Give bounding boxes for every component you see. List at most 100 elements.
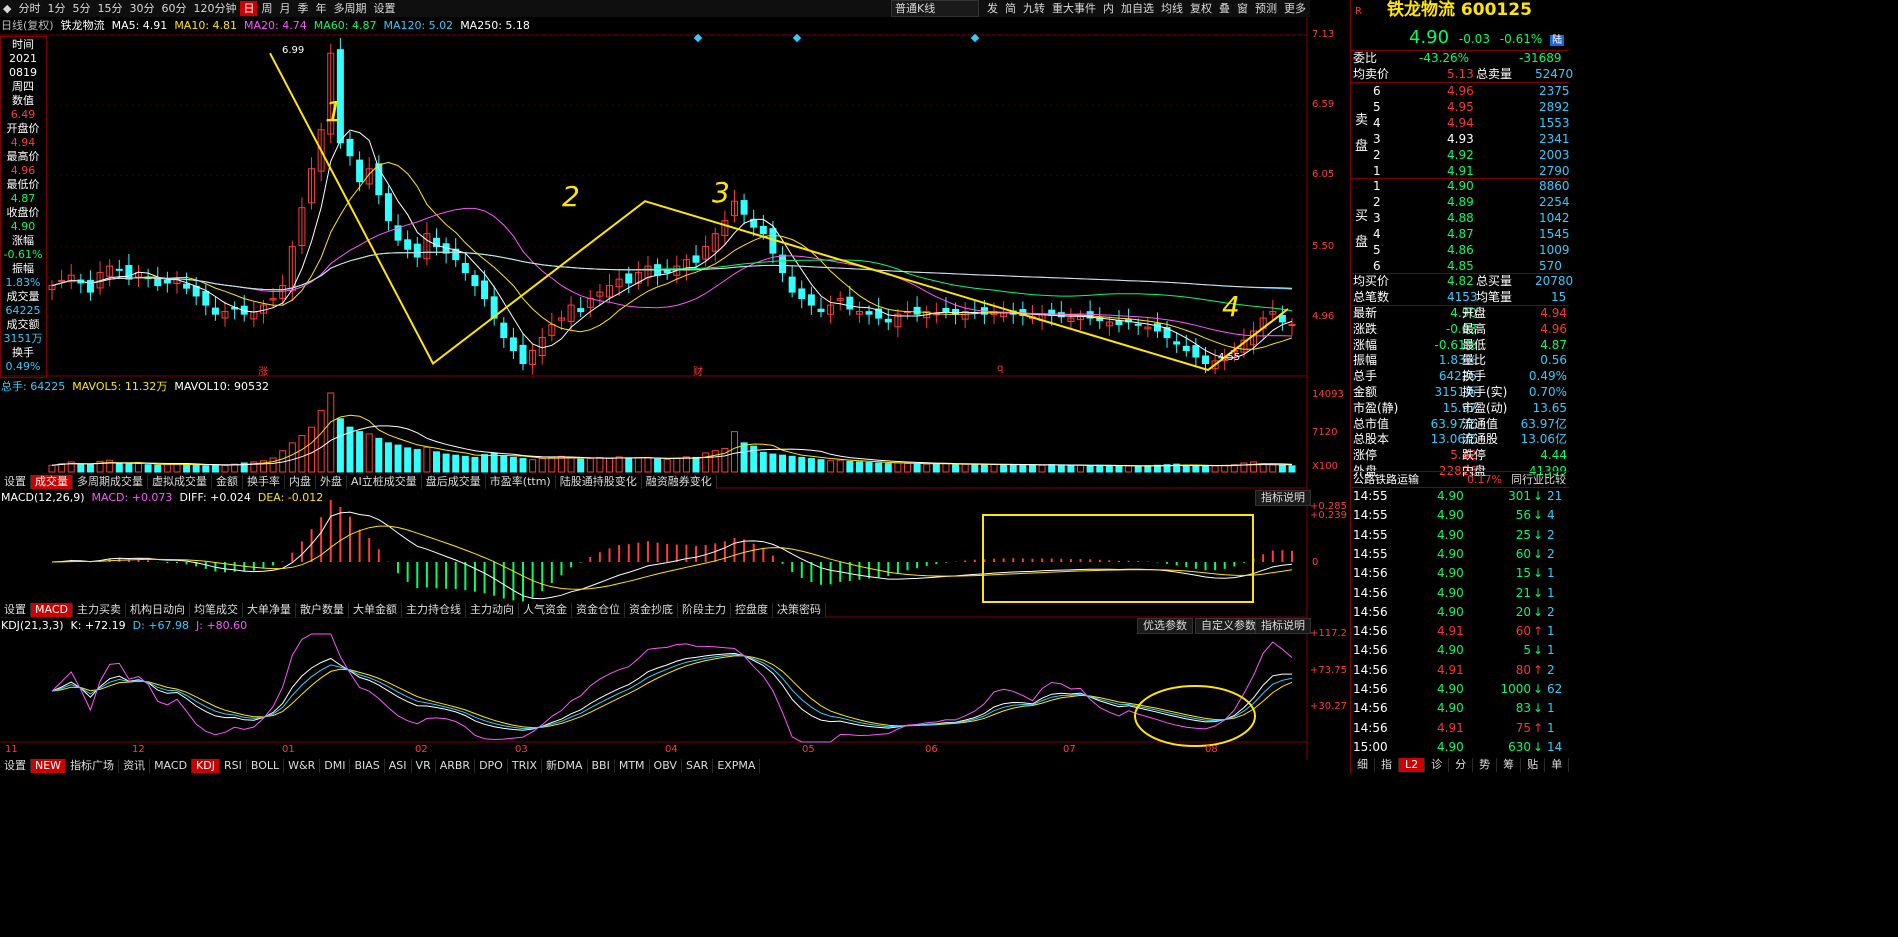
indicator-tab-15[interactable]: TRIX — [508, 758, 542, 773]
macd-tab-13[interactable]: 阶段主力 — [678, 602, 731, 617]
quote-tab-0[interactable]: 细 — [1351, 758, 1375, 772]
kdj-help-button[interactable]: 指标说明 — [1255, 618, 1311, 634]
tick-count-2: 2 — [1547, 527, 1555, 542]
stat-label1-0: 最新 — [1353, 306, 1378, 320]
tick-vol-10: 1000 — [1500, 682, 1531, 696]
indicator-tab-0[interactable]: 设置 — [0, 758, 31, 773]
volume-bar-127 — [1269, 464, 1277, 473]
vol-tab-6[interactable]: 内盘 — [285, 474, 316, 489]
indicator-tab-6[interactable]: RSI — [220, 758, 247, 773]
quote-tab-3[interactable]: 诊 — [1425, 758, 1450, 772]
x-axis-label-6: 05 — [802, 744, 815, 755]
macd-tab-0[interactable]: 设置 — [0, 602, 31, 617]
indicator-tab-5[interactable]: KDJ — [192, 758, 220, 773]
vol-tab-3[interactable]: 虚拟成交量 — [148, 474, 212, 489]
indicator-tab-1[interactable]: NEW — [31, 758, 67, 773]
indicator-tab-4[interactable]: MACD — [150, 758, 193, 773]
avg-bid-label: 均买价 — [1353, 274, 1390, 288]
vol-tab-11[interactable]: 陆股通持股变化 — [556, 474, 642, 489]
ask-vol-4: 2003 — [1539, 148, 1570, 162]
volume-bar-43 — [461, 455, 469, 473]
vol-tab-2[interactable]: 多周期成交量 — [73, 474, 148, 489]
kdj-opt-params-button[interactable]: 优选参数 — [1137, 618, 1193, 634]
macd-tab-14[interactable]: 控盘度 — [731, 602, 773, 617]
volume-bar-9 — [135, 463, 143, 473]
bid-level-1: 2 — [1373, 195, 1381, 209]
quote-tab-2[interactable]: L2 — [1399, 758, 1426, 772]
kdj-custom-params-button[interactable]: 自定义参数 — [1195, 618, 1262, 634]
indicator-tab-8[interactable]: W&R — [284, 758, 321, 773]
industry-compare-button[interactable]: 同行业比较 — [1511, 472, 1566, 487]
indicator-tab-11[interactable]: ASI — [385, 758, 412, 773]
vol-tab-9[interactable]: 盘后成交量 — [422, 474, 486, 489]
tick-time-8: 14:56 — [1353, 643, 1388, 658]
indicator-tab-10[interactable]: BIAS — [350, 758, 385, 773]
vol-tab-5[interactable]: 换手率 — [243, 474, 285, 489]
indicator-tab-19[interactable]: OBV — [650, 758, 682, 773]
bid-vol-2: 1042 — [1539, 211, 1570, 225]
tick-vol-4: 15 — [1515, 566, 1531, 581]
volume-bar-17 — [211, 464, 219, 473]
indicator-tab-20[interactable]: SAR — [682, 758, 714, 773]
quote-tab-6[interactable]: 筹 — [1497, 758, 1522, 772]
candle-body-129 — [1288, 324, 1296, 327]
macd-tab-7[interactable]: 大单金额 — [349, 602, 402, 617]
stat-label1-8: 总股本 — [1353, 432, 1390, 447]
macd-tab-12[interactable]: 资金抄底 — [625, 602, 678, 617]
indicator-tab-7[interactable]: BOLL — [247, 758, 285, 773]
macd-tab-9[interactable]: 主力动向 — [466, 602, 519, 617]
quote-tab-8[interactable]: 单 — [1545, 758, 1570, 772]
macd-value: MACD: +0.073 — [91, 490, 173, 504]
macd-tab-2[interactable]: 主力买卖 — [73, 602, 126, 617]
tick-arrow-icon-4: ↓ — [1533, 566, 1544, 581]
macd-tab-4[interactable]: 均笔成交 — [190, 602, 243, 617]
vol-tab-1[interactable]: 成交量 — [31, 474, 73, 489]
macd-tab-15[interactable]: 决策密码 — [773, 602, 826, 617]
vol-tab-0[interactable]: 设置 — [0, 474, 31, 489]
indicator-tab-3[interactable]: 资讯 — [119, 758, 151, 773]
indicator-tab-16[interactable]: 新DMA — [542, 758, 588, 773]
indicator-tab-18[interactable]: MTM — [615, 758, 650, 773]
tick-arrow-icon-12: ↑ — [1533, 720, 1544, 735]
kdj-name: KDJ(21,3,3) — [1, 618, 64, 632]
candle-body-1 — [58, 279, 66, 282]
indicator-tab-2[interactable]: 指标广场 — [66, 758, 120, 773]
quote-tab-5[interactable]: 势 — [1473, 758, 1498, 772]
macd-tab-10[interactable]: 人气资金 — [519, 602, 572, 617]
vol-tab-10[interactable]: 市盈率(ttm) — [486, 474, 556, 489]
candle-body-79 — [807, 294, 815, 306]
volume-bar-48 — [509, 456, 517, 473]
macd-help-button[interactable]: 指标说明 — [1255, 490, 1311, 506]
indicator-tab-21[interactable]: EXPMA — [713, 758, 761, 773]
macd-tab-11[interactable]: 资金仓位 — [572, 602, 625, 617]
candle-body-72 — [740, 200, 748, 215]
ask-vol-2: 1553 — [1539, 116, 1570, 130]
candle-body-120 — [1201, 355, 1209, 365]
ask-price-2: 4.94 — [1447, 116, 1474, 130]
volume-bar-96 — [971, 464, 979, 473]
vol-tab-7[interactable]: 外盘 — [316, 474, 347, 489]
indicator-tab-17[interactable]: BBI — [588, 758, 615, 773]
indicator-tab-14[interactable]: DPO — [475, 758, 508, 773]
indicator-tab-13[interactable]: ARBR — [436, 758, 476, 773]
x-axis-label-4: 03 — [515, 744, 528, 755]
macd-tab-6[interactable]: 散户数量 — [296, 602, 349, 617]
macd-tab-1[interactable]: MACD — [31, 602, 73, 617]
volume-bar-34 — [375, 437, 383, 473]
quote-tab-4[interactable]: 分 — [1449, 758, 1474, 772]
quote-tab-7[interactable]: 贴 — [1521, 758, 1546, 772]
candle-body-14 — [183, 283, 191, 289]
volume-bar-59 — [615, 456, 623, 473]
vol-tab-8[interactable]: AI立桩成交量 — [347, 474, 422, 489]
quote-tab-1[interactable]: 指 — [1375, 758, 1399, 772]
macd-tab-3[interactable]: 机构日动向 — [126, 602, 190, 617]
indicator-tab-12[interactable]: VR — [412, 758, 436, 773]
vol-tab-4[interactable]: 金额 — [212, 474, 243, 489]
macd-tab-8[interactable]: 主力持仓线 — [402, 602, 466, 617]
macd-tab-5[interactable]: 大单净量 — [243, 602, 296, 617]
volume-bar-114 — [1144, 465, 1152, 473]
vol-tab-12[interactable]: 融资融券变化 — [642, 474, 717, 489]
indicator-tab-9[interactable]: DMI — [320, 758, 351, 773]
volume-bar-55 — [577, 458, 585, 473]
volume-bar-33 — [365, 433, 373, 473]
